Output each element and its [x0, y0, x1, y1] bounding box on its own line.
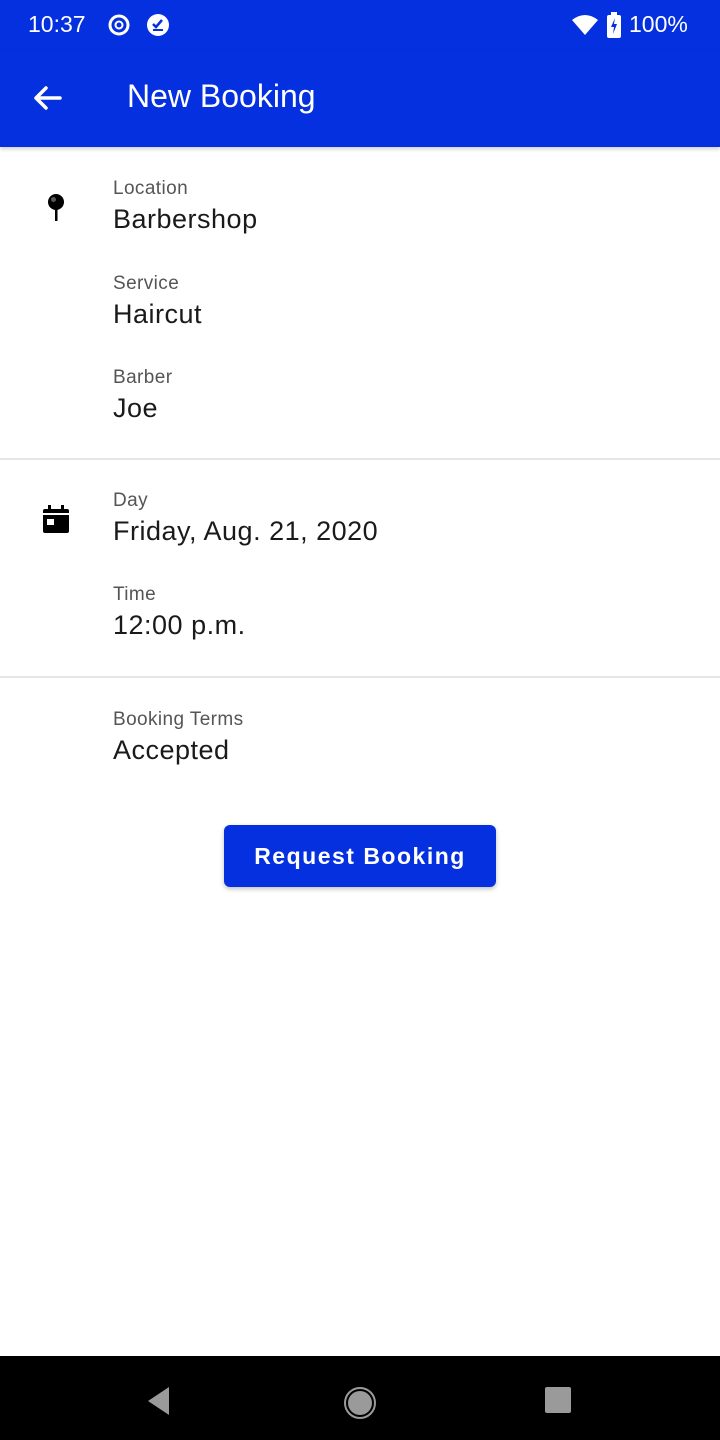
- booking-terms-value: Accepted: [113, 735, 230, 765]
- day-value: Friday, Aug. 21, 2020: [113, 516, 379, 546]
- service-value: Haircut: [113, 299, 203, 329]
- nav-recents-icon[interactable]: [544, 1386, 572, 1414]
- request-booking-button[interactable]: Request Booking: [224, 825, 496, 887]
- location-field[interactable]: Location Barbershop: [113, 178, 258, 235]
- location-value: Barbershop: [113, 204, 258, 234]
- app-bar: New Booking: [0, 50, 720, 147]
- nav-home-icon[interactable]: [343, 1386, 377, 1420]
- place-section: Location Barbershop Service Haircut Barb…: [0, 148, 720, 460]
- battery-percent: 100%: [629, 11, 688, 37]
- day-field[interactable]: Day Friday, Aug. 21, 2020: [113, 490, 378, 547]
- nav-back-icon[interactable]: [145, 1386, 173, 1416]
- task-check-icon: [147, 14, 169, 36]
- booking-terms-label: Booking Terms: [113, 709, 244, 730]
- service-field[interactable]: Service Haircut: [113, 273, 202, 330]
- booking-terms-field[interactable]: Booking Terms Accepted: [113, 709, 244, 766]
- status-time: 10:37: [28, 11, 86, 37]
- service-label: Service: [113, 273, 180, 294]
- back-arrow-icon[interactable]: [28, 80, 68, 116]
- system-nav-bar: [0, 1356, 720, 1440]
- time-label: Time: [113, 584, 157, 605]
- time-field[interactable]: Time 12:00 p.m.: [113, 584, 246, 641]
- page-title: New Booking: [127, 78, 316, 114]
- pushpin-icon: [48, 194, 64, 221]
- status-bar: 10:37 100%: [0, 0, 720, 50]
- time-value: 12:00 p.m.: [113, 610, 246, 640]
- wifi-icon: [572, 15, 598, 35]
- barber-label: Barber: [113, 367, 173, 388]
- calendar-icon: [43, 505, 69, 533]
- schedule-section: Day Friday, Aug. 21, 2020 Time 12:00 p.m…: [0, 460, 720, 678]
- battery-charging-icon: [607, 12, 621, 38]
- barber-field[interactable]: Barber Joe: [113, 367, 172, 424]
- barber-value: Joe: [113, 393, 159, 423]
- day-label: Day: [113, 490, 148, 511]
- location-label: Location: [113, 178, 189, 199]
- data-saver-icon: [108, 14, 130, 36]
